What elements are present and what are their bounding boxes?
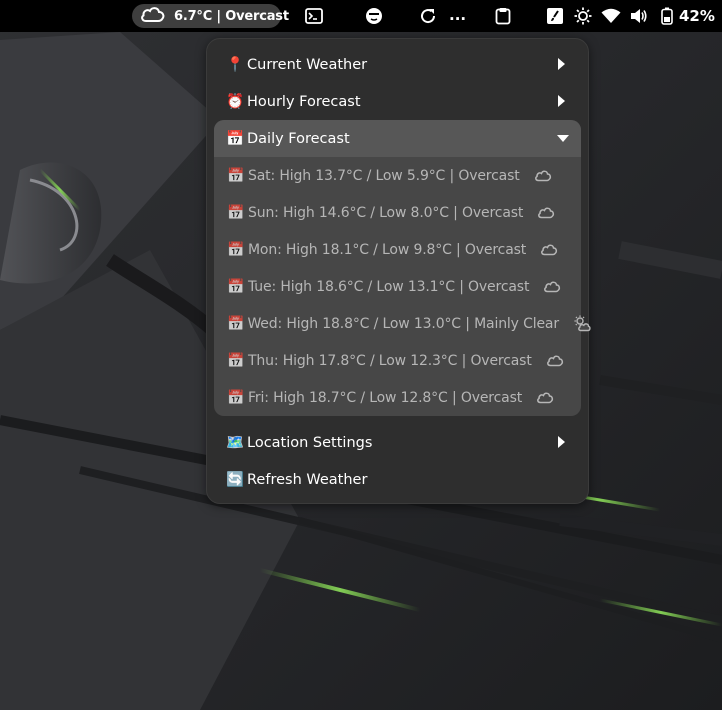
daily-forecast-item[interactable]: 📅 Sat: High 13.7°C / Low 5.9°C | Overcast <box>214 157 581 194</box>
alarm-clock-icon: ⏰ <box>225 94 245 110</box>
daily-forecast-item[interactable]: 📅 Tue: High 18.6°C / Low 13.1°C | Overcas… <box>214 268 581 305</box>
daily-forecast-item[interactable]: 📅 Thu: High 17.8°C / Low 12.3°C | Overcas… <box>214 342 581 379</box>
calendar-icon: 📅 <box>227 167 245 184</box>
menu-item-hourly-forecast[interactable]: ⏰ Hourly Forecast <box>214 83 581 120</box>
menu-item-daily-forecast[interactable]: 📅 Daily Forecast <box>214 120 581 157</box>
daily-forecast-label: Sun: High 14.6°C / Low 8.0°C | Overcast <box>248 204 524 221</box>
weather-indicator[interactable]: 6.7°C | Overcast <box>132 4 289 28</box>
top-panel: 6.7°C | Overcast ... 42% <box>0 0 722 32</box>
chevron-down-icon <box>557 135 569 142</box>
menu-item-current-weather[interactable]: 📍 Current Weather <box>214 46 581 83</box>
face-icon[interactable] <box>364 6 384 26</box>
daily-forecast-label: Thu: High 17.8°C / Low 12.3°C | Overcast <box>248 352 532 369</box>
menu-item-label: Daily Forecast <box>247 130 350 147</box>
brightness-icon[interactable] <box>573 6 593 26</box>
menu-item-location-settings[interactable]: 🗺️ Location Settings <box>214 424 581 461</box>
cloud-icon <box>546 354 564 367</box>
daily-forecast-item[interactable]: 📅 Sun: High 14.6°C / Low 8.0°C | Overcast <box>214 194 581 231</box>
menu-item-label: Hourly Forecast <box>247 93 361 110</box>
cloud-icon <box>537 206 555 219</box>
overflow-ellipsis[interactable]: ... <box>449 5 466 25</box>
calendar-icon: 📅 <box>227 352 245 369</box>
clipboard-icon[interactable] <box>493 6 513 26</box>
refresh-icon[interactable] <box>418 6 438 26</box>
calendar-icon: 📅 <box>227 315 245 332</box>
battery-percentage: 42% <box>679 7 715 25</box>
calendar-icon: 📅 <box>227 389 245 406</box>
menu-item-label: Location Settings <box>247 434 373 451</box>
brush-icon[interactable] <box>545 6 565 26</box>
daily-forecast-item[interactable]: 📅 Wed: High 18.8°C / Low 13.0°C | Mainly … <box>214 305 591 342</box>
wifi-icon[interactable] <box>601 6 621 26</box>
terminal-icon[interactable] <box>304 6 324 26</box>
daily-forecast-label: Wed: High 18.8°C / Low 13.0°C | Mainly C… <box>247 315 559 332</box>
calendar-icon: 📅 <box>227 204 245 221</box>
cloud-icon <box>534 169 552 182</box>
weather-menu: 📍 Current Weather ⏰ Hourly Forecast 📅 Da… <box>206 38 591 504</box>
volume-icon[interactable] <box>629 6 649 26</box>
calendar-icon: 📅 <box>227 278 245 295</box>
chevron-right-icon <box>558 58 565 70</box>
world-map-icon: 🗺️ <box>225 435 245 451</box>
menu-item-refresh-weather[interactable]: 🔄 Refresh Weather <box>214 461 581 498</box>
menu-item-label: Current Weather <box>247 56 368 73</box>
weather-indicator-label: 6.7°C | Overcast <box>174 8 289 24</box>
daily-forecast-item[interactable]: 📅 Fri: High 18.7°C / Low 12.8°C | Overcas… <box>214 379 581 416</box>
chevron-right-icon <box>558 436 565 448</box>
daily-forecast-list: 📅 Sat: High 13.7°C / Low 5.9°C | Overcast… <box>214 157 591 416</box>
sun-cloud-icon <box>573 315 591 332</box>
battery-icon[interactable] <box>657 6 677 26</box>
cloud-icon <box>140 5 166 27</box>
cloud-icon <box>536 391 554 404</box>
calendar-icon: 📅 <box>225 131 245 147</box>
daily-forecast-label: Sat: High 13.7°C / Low 5.9°C | Overcast <box>248 167 520 184</box>
daily-forecast-item[interactable]: 📅 Mon: High 18.1°C / Low 9.8°C | Overcast <box>214 231 581 268</box>
daily-forecast-label: Mon: High 18.1°C / Low 9.8°C | Overcast <box>248 241 527 258</box>
daily-forecast-label: Tue: High 18.6°C / Low 13.1°C | Overcast <box>248 278 530 295</box>
menu-item-label: Refresh Weather <box>247 471 368 488</box>
pin-icon: 📍 <box>225 57 245 73</box>
daily-forecast-label: Fri: High 18.7°C / Low 12.8°C | Overcast <box>248 389 523 406</box>
cloud-icon <box>540 243 558 256</box>
refresh-arrows-icon: 🔄 <box>225 472 245 488</box>
calendar-icon: 📅 <box>227 241 245 258</box>
cloud-icon <box>543 280 561 293</box>
chevron-right-icon <box>558 95 565 107</box>
